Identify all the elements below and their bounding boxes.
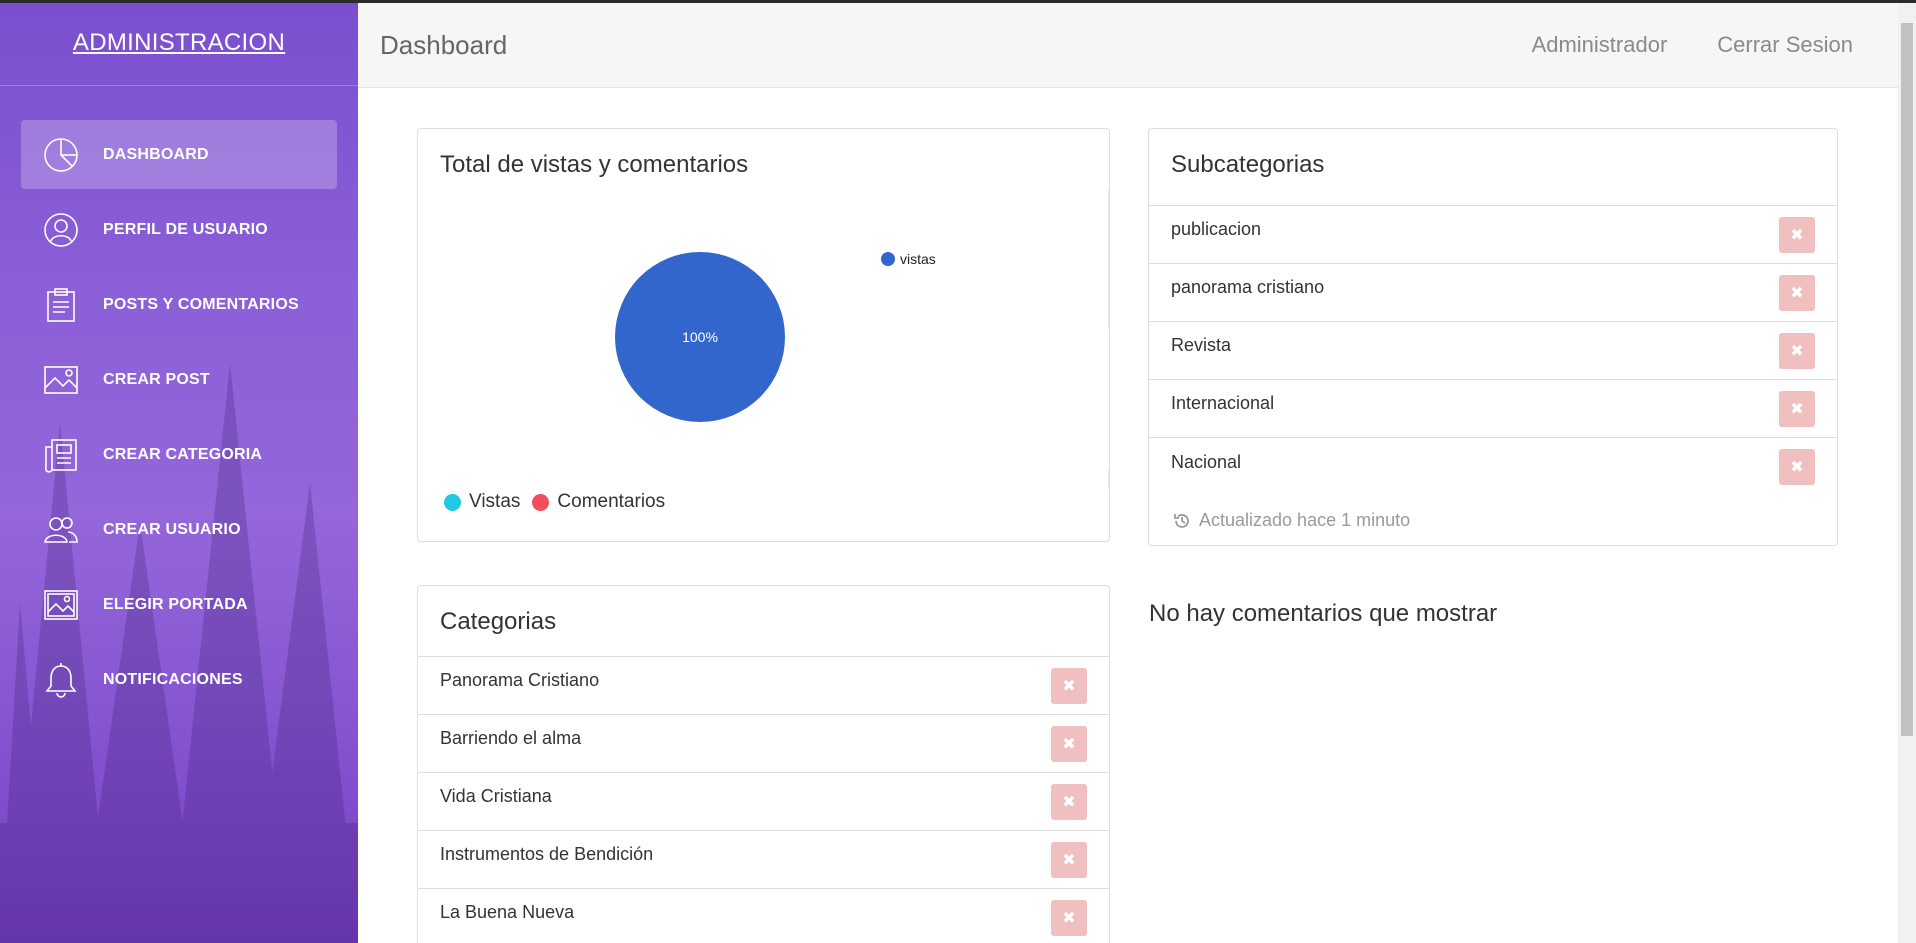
category-name: Barriendo el alma <box>440 728 582 748</box>
delete-button[interactable]: ✖ <box>1051 899 1087 936</box>
users-icon <box>43 512 79 548</box>
sidebar-item-label: POSTS Y COMENTARIOS <box>103 295 299 313</box>
pie-chart: 100% vistas <box>615 251 936 422</box>
image-icon <box>43 362 79 398</box>
updated-status: Actualizado hace 1 minuto <box>1149 496 1837 531</box>
sidebar-item-crear-post[interactable]: CREAR POST <box>21 345 337 414</box>
subcategory-name: publicacion <box>1171 219 1262 239</box>
legend-item-comentarios[interactable]: Comentarios <box>532 491 665 513</box>
list-item: Internacional ✖ <box>1149 380 1837 438</box>
user-menu-link[interactable]: Administrador <box>1532 32 1668 58</box>
newspaper-icon <box>43 437 79 473</box>
list-item: La Buena Nueva ✖ <box>418 889 1109 943</box>
logout-link[interactable]: Cerrar Sesion <box>1717 32 1853 58</box>
sidebar-item-label: CREAR USUARIO <box>103 520 241 538</box>
sidebar-item-crear-usuario[interactable]: CREAR USUARIO <box>21 495 337 564</box>
page-title: Dashboard <box>380 29 508 60</box>
delete-button[interactable]: ✖ <box>1051 667 1087 704</box>
delete-button[interactable]: ✖ <box>1779 274 1815 311</box>
subcategory-name: Revista <box>1171 335 1232 355</box>
chart-card: Total de vistas y comentarios 100% vista… <box>417 128 1110 542</box>
delete-button[interactable]: ✖ <box>1051 841 1087 878</box>
legend-label: Comentarios <box>557 491 666 512</box>
pie-slice-label: 100% <box>682 329 718 345</box>
categories-title: Categorias <box>418 586 1109 657</box>
bell-icon <box>43 662 79 698</box>
clipboard-icon <box>43 287 79 323</box>
list-item: Instrumentos de Bendición ✖ <box>418 831 1109 889</box>
sidebar-item-label: DASHBOARD <box>103 145 209 163</box>
sidebar: ADMINISTRACION DASHBOARD PERFIL DE USUAR… <box>0 0 358 943</box>
top-header: Dashboard Administrador Cerrar Sesion <box>358 3 1898 88</box>
picture-icon <box>43 587 79 623</box>
chart-legend-marker <box>881 252 895 266</box>
list-item: Vida Cristiana ✖ <box>418 773 1109 831</box>
brand-link[interactable]: ADMINISTRACION <box>73 29 285 57</box>
legend-item-vistas[interactable]: Vistas <box>444 491 520 513</box>
brand-area: ADMINISTRACION <box>0 0 358 86</box>
chart-legend-label: vistas <box>900 251 936 267</box>
sidebar-item-label: PERFIL DE USUARIO <box>103 220 268 238</box>
list-item: publicacion ✖ <box>1149 206 1837 264</box>
subcategory-name: Nacional <box>1171 451 1242 472</box>
delete-button[interactable]: ✖ <box>1051 725 1087 762</box>
window-top-border <box>0 0 1916 3</box>
subcategory-name: Internacional <box>1171 393 1275 413</box>
list-item: Barriendo el alma ✖ <box>418 715 1109 773</box>
sidebar-item-elegir-portada[interactable]: ELEGIR PORTADA <box>21 570 337 639</box>
scrollbar-thumb[interactable] <box>1901 23 1913 736</box>
delete-button[interactable]: ✖ <box>1051 783 1087 820</box>
sidebar-nav: DASHBOARD PERFIL DE USUARIO POSTS Y COME… <box>0 86 358 714</box>
chart-footer-legend: Vistas Comentarios <box>444 491 677 513</box>
list-item: Revista ✖ <box>1149 322 1837 380</box>
categories-card: Categorias Panorama Cristiano ✖ Barriend… <box>417 585 1110 943</box>
no-comments-message: No hay comentarios que mostrar <box>1149 600 1498 627</box>
sidebar-item-label: CREAR POST <box>103 370 210 388</box>
delete-button[interactable]: ✖ <box>1779 216 1815 253</box>
sidebar-item-perfil-de-usuario[interactable]: PERFIL DE USUARIO <box>21 195 337 264</box>
sidebar-item-posts-y-comentarios[interactable]: POSTS Y COMENTARIOS <box>21 270 337 339</box>
list-item: Nacional ✖ <box>1149 438 1837 496</box>
sidebar-item-dashboard[interactable]: DASHBOARD <box>21 120 337 189</box>
history-icon <box>1174 513 1189 528</box>
category-name: Instrumentos de Bendición <box>440 844 654 864</box>
category-name: La Buena Nueva <box>440 902 575 922</box>
category-name: Panorama Cristiano <box>440 670 600 690</box>
delete-button[interactable]: ✖ <box>1779 332 1815 369</box>
legend-label: Vistas <box>469 491 521 512</box>
list-item: panorama cristiano ✖ <box>1149 264 1837 322</box>
subcategories-title: Subcategorias <box>1149 129 1837 206</box>
subcategory-name: panorama cristiano <box>1171 277 1325 297</box>
legend-dot-comentarios <box>532 493 550 511</box>
subcategories-card: Subcategorias publicacion ✖ panorama cri… <box>1148 128 1838 546</box>
sidebar-item-label: NOTIFICACIONES <box>103 670 243 688</box>
category-name: Vida Cristiana <box>440 786 552 806</box>
delete-button[interactable]: ✖ <box>1779 390 1815 427</box>
sidebar-item-label: CREAR CATEGORIA <box>103 445 263 463</box>
sidebar-item-label: ELEGIR PORTADA <box>103 595 248 613</box>
sidebar-item-crear-categoria[interactable]: CREAR CATEGORIA <box>21 420 337 489</box>
header-actions: Administrador Cerrar Sesion <box>1532 32 1853 58</box>
sidebar-item-notificaciones[interactable]: NOTIFICACIONES <box>21 645 337 714</box>
page-scrollbar[interactable] <box>1898 3 1916 943</box>
list-item: Panorama Cristiano ✖ <box>418 657 1109 715</box>
updated-text: Actualizado hace 1 minuto <box>1199 510 1411 530</box>
legend-dot-vistas <box>444 493 461 511</box>
user-icon <box>43 212 79 248</box>
pie-chart-icon <box>43 137 79 173</box>
delete-button[interactable]: ✖ <box>1779 449 1815 485</box>
